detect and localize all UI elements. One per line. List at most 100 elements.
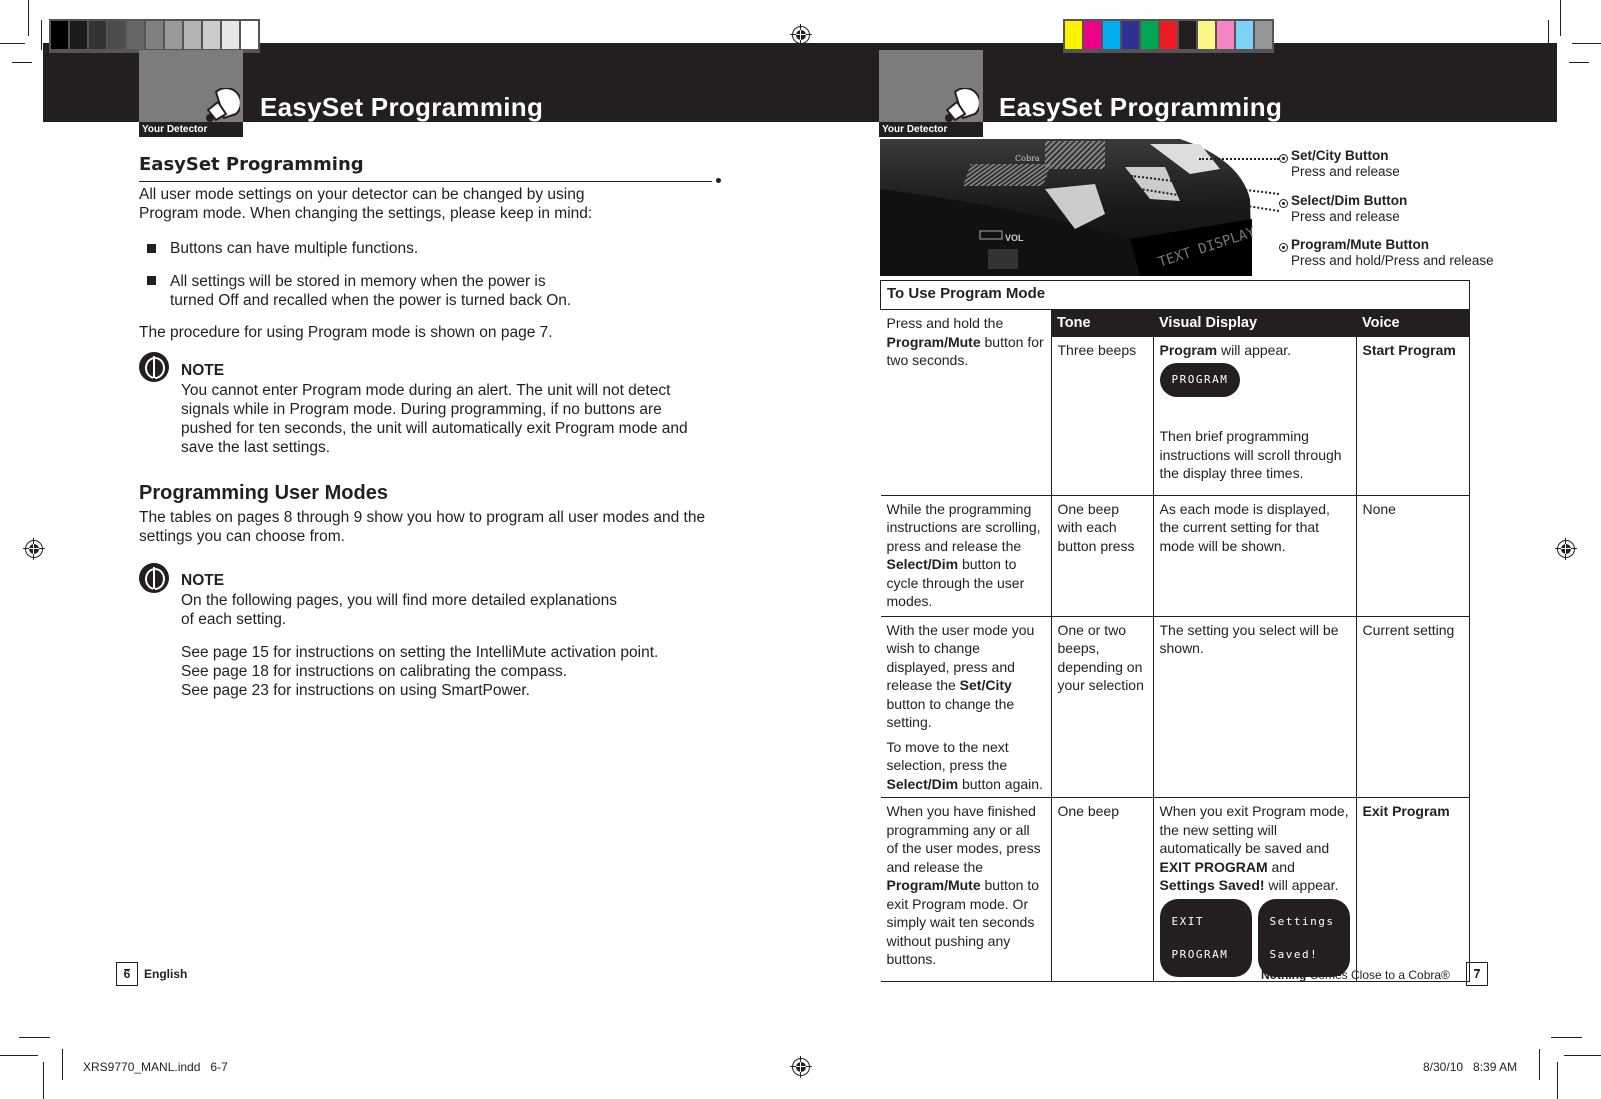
cell-bold: Program/Mute [886,333,981,350]
color-swatch [127,21,144,49]
tagline: Nothing Comes Close to a Cobra® [1261,968,1450,982]
cell-bold: Settings Saved! [1159,877,1265,893]
color-swatch [1141,21,1158,49]
cell-text: Then brief programming instructions will… [1159,428,1342,481]
page-header-title: EasySet Programming [999,92,1283,122]
table-row: When you have finished programming any o… [880,797,1470,982]
subsection-title: Programming User Modes [139,482,388,504]
cell-bold: Program/Mute [886,877,981,893]
crop-mark [1557,1062,1558,1099]
callout-select-dim: Select/Dim Button Press and release [1291,193,1407,225]
note-line: You cannot enter Program mode during an … [181,382,671,399]
radar-dish-icon [206,88,240,122]
table-cell-voice: Start Program [1355,336,1470,495]
table-cell-voice: None [1355,494,1470,616]
bullet-text: All settings will be stored in memory wh… [170,273,546,290]
callout-desc: Press and hold/Press and release [1291,253,1494,268]
cell-text: While the programming instructions are s… [886,500,1041,554]
registration-mark-icon [23,538,45,560]
callout-program-mute: Program/Mute Button Press and hold/Press… [1291,237,1494,269]
callout-set-city: Set/City Button Press and release [1291,148,1400,180]
crop-mark [1564,1055,1601,1056]
color-swatch [89,21,106,49]
cell-text: and [1267,858,1295,875]
note-label: NOTE [181,362,225,379]
cell-bold: Program [1159,341,1218,358]
table-row: While the programming instructions are s… [880,494,1470,616]
color-swatch [1160,21,1177,49]
table-cell-voice: Current setting [1355,615,1470,798]
cell-bold: Select/Dim [886,775,959,792]
crop-mark [19,1037,50,1038]
crop-mark [0,43,25,44]
section-rule [139,181,712,182]
callout-leader [1199,158,1279,160]
program-mode-table: To Use Program Mode Press and hold the P… [880,280,1470,982]
color-swatch [184,21,201,49]
crop-mark [1551,1037,1582,1038]
table-cell-tone: One or two beeps, depending on your sele… [1050,615,1153,798]
cell-text: will appear. [1217,341,1292,358]
color-swatch [203,21,220,49]
see-page-line: See page 23 for instructions on using Sm… [181,682,530,699]
see-page-list: See page 15 for instructions on setting … [181,643,766,700]
table-cell-voice: Exit Program [1355,797,1470,982]
note-line: save the last settings. [181,439,331,456]
note-icon [139,563,169,593]
page-number-left: 6 [116,962,138,986]
color-swatch [1179,21,1196,49]
callout-title: Select/Dim Button [1291,193,1408,208]
bullet-text: turned Off and recalled when the power i… [170,292,572,309]
section-title: EasySet Programming [139,154,364,175]
table-cell-visual: As each mode is displayed, the current s… [1152,494,1356,616]
header-tab-caption: Your Detector [139,122,243,137]
table-cell-visual: The setting you select will be shown. [1152,615,1356,798]
crop-mark [1569,62,1589,63]
page-number-right: 7 [1466,962,1488,986]
vol-label: VOL [1005,233,1024,243]
cell-bold: EXIT PROGRAM [1159,858,1268,875]
cell-text: button to change the setting. [886,695,1015,731]
crop-mark [1560,0,1561,36]
lcd-display-exit-program: EXIT PROGRAM [1159,898,1252,977]
lcd-display-settings-saved: Settings Saved! [1257,898,1350,977]
lcd-line: EXIT [1171,914,1204,928]
note-label: NOTE [181,572,225,589]
note-text: You cannot enter Program mode during an … [181,381,766,457]
registration-mark-icon [790,1056,812,1078]
callout-title: Set/City Button [1291,148,1389,163]
header-tab-caption: Your Detector [879,122,983,137]
note-line: On the following pages, you will find mo… [181,592,617,609]
crop-mark [1572,43,1601,44]
color-swatch [1122,21,1139,49]
color-swatch [1236,21,1253,49]
column-header-visual: Visual Display [1153,309,1356,337]
registration-mark-icon [1555,538,1577,560]
subsection-text: The tables on pages 8 through 9 show you… [139,508,724,546]
callout-target-icon [1279,243,1288,252]
bullet-item: All settings will be stored in memory wh… [170,272,755,310]
crop-mark [41,20,42,50]
lcd-line: Saved! [1269,947,1319,961]
procedure-text: The procedure for using Program mode is … [139,324,553,341]
lcd-display-pair: EXIT PROGRAM Settings Saved! [1159,898,1350,977]
lcd-display-program: PROGRAM [1159,363,1241,397]
color-swatch [108,21,125,49]
callout-target-icon [1279,154,1288,163]
table-cell-tone: Three beeps [1050,336,1153,495]
note-line: pushed for ten seconds, the unit will au… [181,420,688,437]
crop-mark [62,1049,63,1080]
timestamp-slug: 8/30/10 8:39 AM [1423,1060,1518,1074]
lcd-line: Settings [1269,914,1335,928]
color-swatch-strip [1063,19,1274,53]
table-cell-visual: Program will appear. PROGRAM Then brief … [1152,336,1356,495]
table-title: To Use Program Mode [880,280,1470,310]
color-swatch [165,21,182,49]
tagline-bold: Nothing [1261,968,1307,982]
see-page-line: See page 15 for instructions on setting … [181,644,659,661]
color-swatch [1255,21,1272,49]
see-page-line: See page 18 for instructions on calibrat… [181,663,568,680]
cell-bold: Set/City [959,677,1012,693]
note-text: On the following pages, you will find mo… [181,591,766,629]
cell-text: will appear. [1264,877,1339,893]
